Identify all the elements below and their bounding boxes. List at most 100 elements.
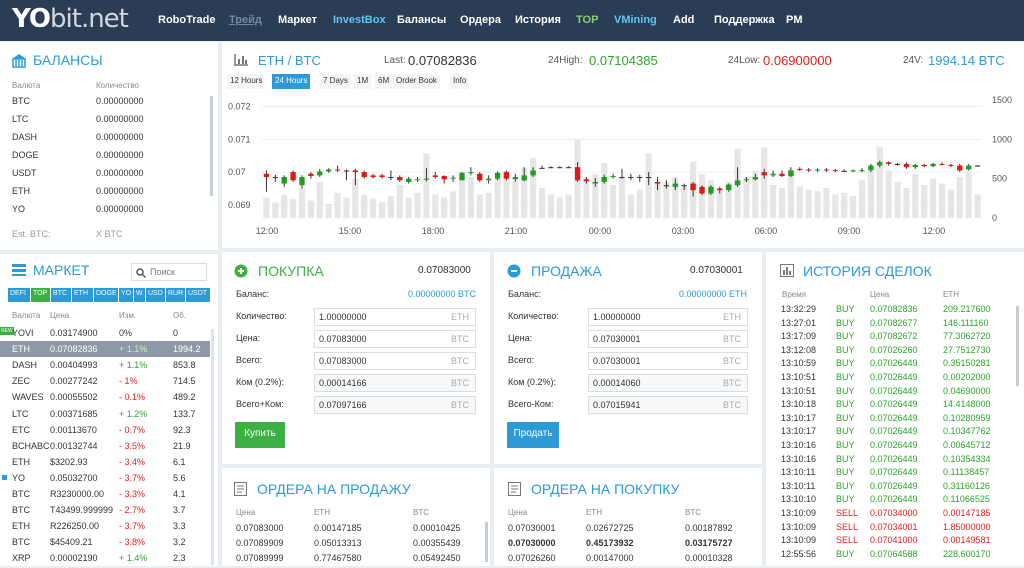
market-row[interactable]: ETC 0.00113670 - 0.7% 92.3 [0,422,210,438]
history-row[interactable]: 13:10:09 SELL 0.07034000 0.00147185 [766,508,1016,522]
buy-qty-value: 1.00000000 [319,312,367,322]
history-row[interactable]: 13:27:01 BUY 0.07082677 146.111160 [766,318,1016,332]
order-row[interactable]: 0.07083000 0.00147185 0.00010425 [222,523,482,538]
history-row[interactable]: 13:10:17 BUY 0.07026449 0.10347762 [766,426,1016,440]
market-row[interactable]: ETH $3202.93 - 3.4% 6.1 [0,454,210,470]
balance-row[interactable]: DOGE 0.00000000 [0,150,210,168]
history-row[interactable]: 13:10:51 BUY 0.07026449 0.00202000 [766,372,1016,386]
history-row[interactable]: 13:10:09 SELL 0.07041000 0.00149581 [766,535,1016,549]
market-scrollbar[interactable] [211,329,214,565]
balance-row[interactable]: ETH 0.00000000 [0,186,210,204]
nav-item-6[interactable]: История [515,14,561,26]
order-row[interactable]: 0.07030000 0.45173932 0.03175727 [494,538,754,553]
sell-orders-scrollbar[interactable] [485,522,488,562]
balance-row[interactable]: YO 0.00000000 [0,204,210,222]
balance-row[interactable]: BTC 0.00000000 [0,96,210,114]
history-row[interactable]: 13:10:16 BUY 0.07026449 0.00645712 [766,440,1016,454]
nav-item-11[interactable]: PM [786,14,803,26]
history-row[interactable]: 13:10:18 BUY 0.07026449 14.4148000 [766,399,1016,413]
buy-qty-input[interactable]: 1.00000000 ETH [314,308,476,326]
history-row[interactable]: 13:10:16 BUY 0.07026449 0.10354334 [766,454,1016,468]
market-tab-w[interactable]: W [134,288,145,302]
history-row[interactable]: 13:10:11 BUY 0.07026449 0.31160126 [766,481,1016,495]
nav-item-9[interactable]: Add [673,14,694,26]
market-row[interactable]: DASH 0.00404993 + 1.1% 853.8 [0,357,210,373]
market-row[interactable]: XRP 0.00002190 + 1.4% 2.3 [0,550,210,566]
buy-balance-value[interactable]: 0.00000000 BTC [408,289,476,299]
balance-row[interactable]: USDT 0.00000000 [0,168,210,186]
candle-body [352,170,358,173]
sell-qty-input[interactable]: 1.00000000 ETH [588,308,748,326]
balances-scrollbar[interactable] [210,96,213,196]
chart-tab-2[interactable]: 7 Days [320,74,351,89]
market-tab-eth[interactable]: ETH [72,288,93,302]
buy-price-input[interactable]: 0.07083000 BTC [314,330,476,348]
market-tab-top[interactable]: TOP [31,288,50,302]
market-tab-rur[interactable]: RUR [166,288,185,302]
history-row[interactable]: 13:10:09 SELL 0.07034001 1.85000000 [766,522,1016,536]
history-row[interactable]: 12:55:56 BUY 0.07064588 228.600170 [766,549,1016,563]
nav-item-2[interactable]: Маркет [278,14,317,26]
sell-balance-value[interactable]: 0.00000000 ETH [679,289,747,299]
market-tab-usd[interactable]: USD [146,288,165,302]
nav-item-1[interactable]: Трейд [229,14,262,26]
chart-tab-1[interactable]: 24 Hours [272,74,311,89]
yobit-logo[interactable]: YObit.net [12,4,129,34]
history-amount: 0.04690000 [943,385,991,396]
market-tab-usdt[interactable]: USDT [186,288,210,302]
history-row[interactable]: 13:10:59 BUY 0.07026449 0.35150281 [766,358,1016,372]
balance-row[interactable]: LTC 0.00000000 [0,114,210,132]
sell-total-input[interactable]: 0.07030001 BTC [588,352,748,370]
market-tab-defi[interactable]: DEFI [8,288,30,302]
nav-item-0[interactable]: RoboTrade [158,14,215,26]
balance-row[interactable]: DASH 0.00000000 [0,132,210,150]
market-row[interactable]: BCHABC 0.00132744 - 3.5% 21.9 [0,438,210,454]
market-row[interactable]: LTC 0.00371685 + 1.2% 133.7 [0,406,210,422]
history-row[interactable]: 13:32:29 BUY 0.07082836 209.217600 [766,304,1016,318]
history-row[interactable]: 13:17:09 BUY 0.07082672 77.3062720 [766,331,1016,345]
chart-tab-6[interactable]: Info [450,74,470,89]
market-row[interactable]: BTC T43499.999999 - 2.7% 3.7 [0,502,210,518]
market-row[interactable]: BTC R3230000.00 - 3.3% 4.1 [0,486,210,502]
market-row[interactable]: ETH R226250.00 - 3.7% 3.3 [0,518,210,534]
market-tab-yo[interactable]: YO [119,288,133,302]
nav-item-4[interactable]: Балансы [397,14,446,26]
nav-item-10[interactable]: Поддержка [714,14,775,26]
market-row[interactable]: WAVES 0.00055502 - 0.1% 489.2 [0,389,210,405]
nav-item-8[interactable]: VMining [614,14,657,26]
market-row[interactable]: BTC $45409.21 - 3.8% 3.2 [0,534,210,550]
volume-bar [805,189,812,218]
history-scrollbar[interactable] [1016,306,1019,386]
market-search-box[interactable]: Поиск [131,263,207,281]
order-row[interactable]: 0.07030001 0.02672725 0.00187892 [494,523,754,538]
buy-button[interactable]: Купить [235,422,285,448]
history-col-eth: ETH [943,290,959,299]
market-tab-btc[interactable]: BTC [51,288,71,302]
order-row[interactable]: 0.07089909 0.05013313 0.00355439 [222,538,482,553]
market-tab-doge[interactable]: DOGE [94,288,118,302]
nav-item-5[interactable]: Ордера [460,14,501,26]
chart-tab-5[interactable]: Order Book [393,74,440,89]
history-side: SELL [836,521,859,532]
history-row[interactable]: 13:12:08 BUY 0.07026260 27.7512730 [766,345,1016,359]
market-row[interactable]: YO 0.05032700 - 3.7% 5.6 [0,470,210,486]
nav-item-3[interactable]: InvestBox [333,14,386,26]
market-row[interactable]: ZEC 0.00277242 - 1% 714.5 [0,373,210,389]
nav-item-7[interactable]: TOP [576,14,598,26]
sell-button[interactable]: Продать [507,422,559,448]
history-row[interactable]: 13:10:17 BUY 0.07026449 0.10280959 [766,413,1016,427]
chart-tab-3[interactable]: 1M [354,74,372,89]
chart-tab-0[interactable]: 12 Hours [227,74,266,89]
candlestick-chart[interactable]: 0.072 0.071 0.07 0.069 1500 1000 500 0 12:00 15:0… [222,90,1024,240]
market-row[interactable]: ETH 0.07082836 + 1.1% 1994.2 [0,341,210,358]
chart-tab-4[interactable]: 6M [375,74,393,89]
volume-bar [965,170,972,218]
history-row[interactable]: 13:10:51 BUY 0.07026449 0.04690000 [766,386,1016,400]
market-search-input[interactable]: Поиск [150,267,175,277]
history-row[interactable]: 13:10:11 BUY 0.07026449 0.11138457 [766,467,1016,481]
history-row[interactable]: 13:10:10 BUY 0.07026449 0.11066525 [766,494,1016,508]
sell-price-input[interactable]: 0.07030001 BTC [588,330,748,348]
history-price: 0.07064588 [870,548,918,559]
market-row[interactable]: NEW YOVI 0.03174900 0% 0 [0,325,210,341]
buy-total-input[interactable]: 0.07083000 BTC [314,352,476,370]
